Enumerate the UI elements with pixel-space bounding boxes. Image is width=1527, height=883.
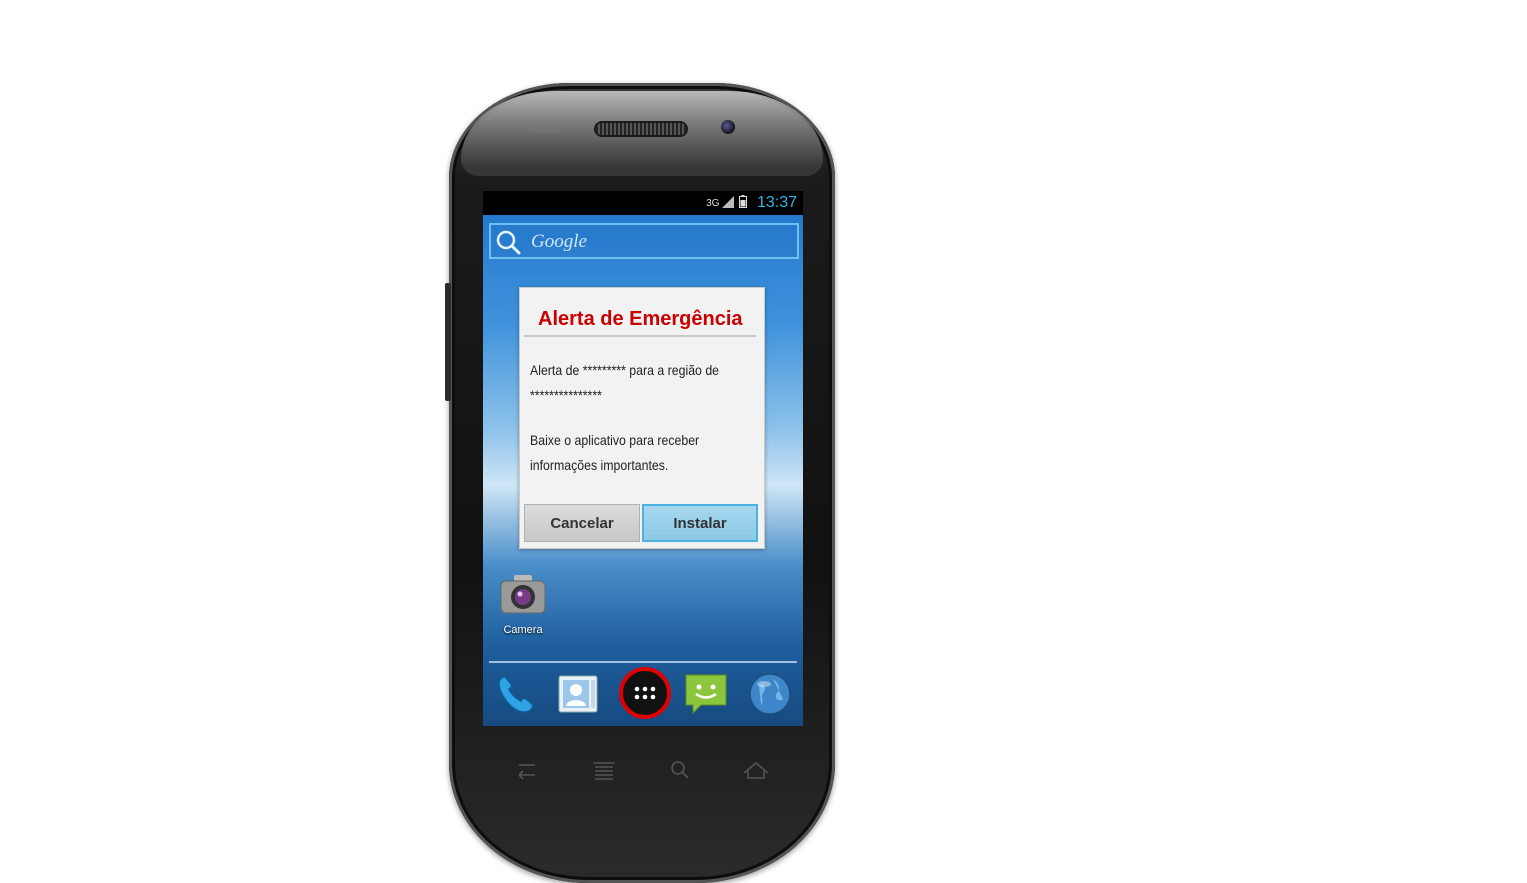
status-bar: 3G 13:37 [483,191,803,215]
earpiece-speaker [596,123,686,135]
dock-contacts[interactable] [553,669,603,719]
dock-app-drawer[interactable] [617,665,673,721]
hardware-nav-keys [483,755,803,787]
home-key[interactable] [739,755,773,785]
menu-key[interactable] [587,755,621,785]
search-key[interactable] [663,755,697,785]
signal-icon [722,196,735,208]
emergency-alert-dialog: Alerta de Emergência Alerta de *********… [519,287,765,549]
back-key[interactable] [509,755,543,785]
menu-icon [593,762,615,780]
install-message: Baixe o aplicativo para receber informaç… [530,432,700,473]
phone-icon [498,676,534,713]
search-icon [671,761,689,779]
contacts-icon [558,675,598,713]
camera-app-label: Camera [503,624,543,636]
cancel-button[interactable]: Cancelar [524,504,640,542]
volume-button [445,283,451,401]
front-camera [721,120,735,134]
dock-messaging[interactable] [681,669,731,719]
network-indicator: 3G [706,195,747,209]
home-icon [743,761,769,779]
dock-divider [489,661,797,663]
camera-app-shortcut[interactable]: Camera [495,573,551,636]
dialog-title: Alerta de Emergência [538,308,743,330]
dialog-body: Alerta de ********* para a região de ***… [530,358,731,498]
status-time: 13:37 [756,194,797,211]
app-drawer-highlight [619,667,671,719]
network-type: 3G [706,198,720,209]
install-button[interactable]: Instalar [642,504,758,542]
google-search-bar[interactable]: Google [489,223,799,259]
alert-message: Alerta de ********* para a região de ***… [530,362,720,403]
camera-icon [500,575,546,614]
browser-icon [749,673,791,715]
search-icon [496,230,521,255]
dialog-divider [524,335,756,337]
proximity-sensor [529,125,561,133]
phone-screen: 3G 13:37 Google Alerta de Emergência Ale… [483,191,803,726]
dock-phone[interactable] [491,669,541,719]
dock [483,667,803,725]
back-icon [518,764,535,779]
google-logo-text: Google [531,231,587,252]
battery-icon [739,195,747,208]
app-drawer-icon [634,686,656,700]
dock-browser[interactable] [745,669,795,719]
messaging-icon [685,674,727,715]
